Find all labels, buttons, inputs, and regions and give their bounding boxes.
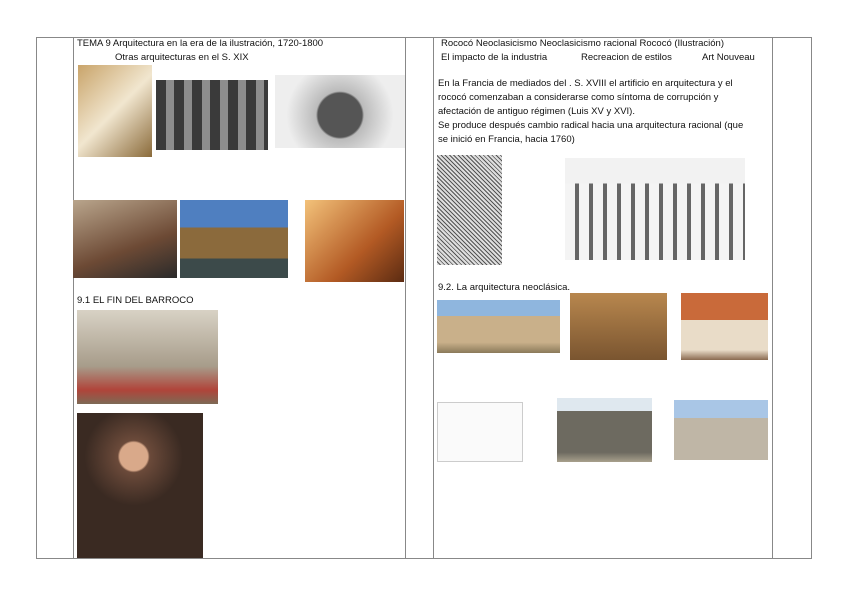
pantheon-image (681, 293, 768, 360)
section-heading: 9.2. La arquitectura neoclásica. (438, 282, 571, 293)
table-border (433, 37, 434, 558)
section-heading: 9.1 EL FIN DEL BARROCO (77, 295, 194, 306)
colonnade-image (156, 80, 268, 150)
paragraph-line: En la Francia de mediados del . S. XVIII… (438, 78, 733, 89)
paragraph-line: Se produce después cambio radical hacia … (438, 120, 744, 131)
table-border (73, 37, 74, 558)
topics-row-1: Rococó Neoclasicismo Neoclasicismo racio… (441, 38, 724, 49)
topic-industry: El impacto de la industria (441, 52, 548, 63)
document-title: TEMA 9 Arquitectura en la era de la ilus… (77, 38, 324, 49)
table-border (811, 37, 812, 558)
elevation-drawing-image (437, 402, 523, 462)
engraving-image (437, 155, 502, 265)
portrait-image (77, 413, 203, 558)
parthenon-image (437, 300, 560, 353)
rococo-interior-image (78, 65, 152, 157)
staircase-image (305, 200, 404, 282)
paragraph-line: rococó comenzaban a considerarse como sí… (438, 92, 719, 103)
topic-styles: Recreacion de estilos (581, 52, 672, 63)
cenotaph-image (275, 75, 405, 148)
crystal-palace-image (73, 200, 177, 278)
table-border (405, 37, 406, 558)
paragraph-line: se inició en Francia, hacia 1760) (438, 134, 575, 145)
table-border (36, 558, 812, 559)
museum-building-image (557, 398, 652, 462)
document-subtitle: Otras arquitecturas en el S. XIX (115, 52, 249, 63)
table-border (772, 37, 773, 558)
triumphal-arch-image (570, 293, 667, 360)
temple-drawing-image (565, 158, 745, 260)
table-border (36, 37, 37, 558)
paragraph-line: afectación de antiguo régimen (Luis XV y… (438, 106, 635, 117)
baroque-interior-image (77, 310, 218, 404)
modern-building-image (674, 400, 768, 460)
parliament-image (180, 200, 288, 278)
topic-art-nouveau: Art Nouveau (702, 52, 755, 63)
